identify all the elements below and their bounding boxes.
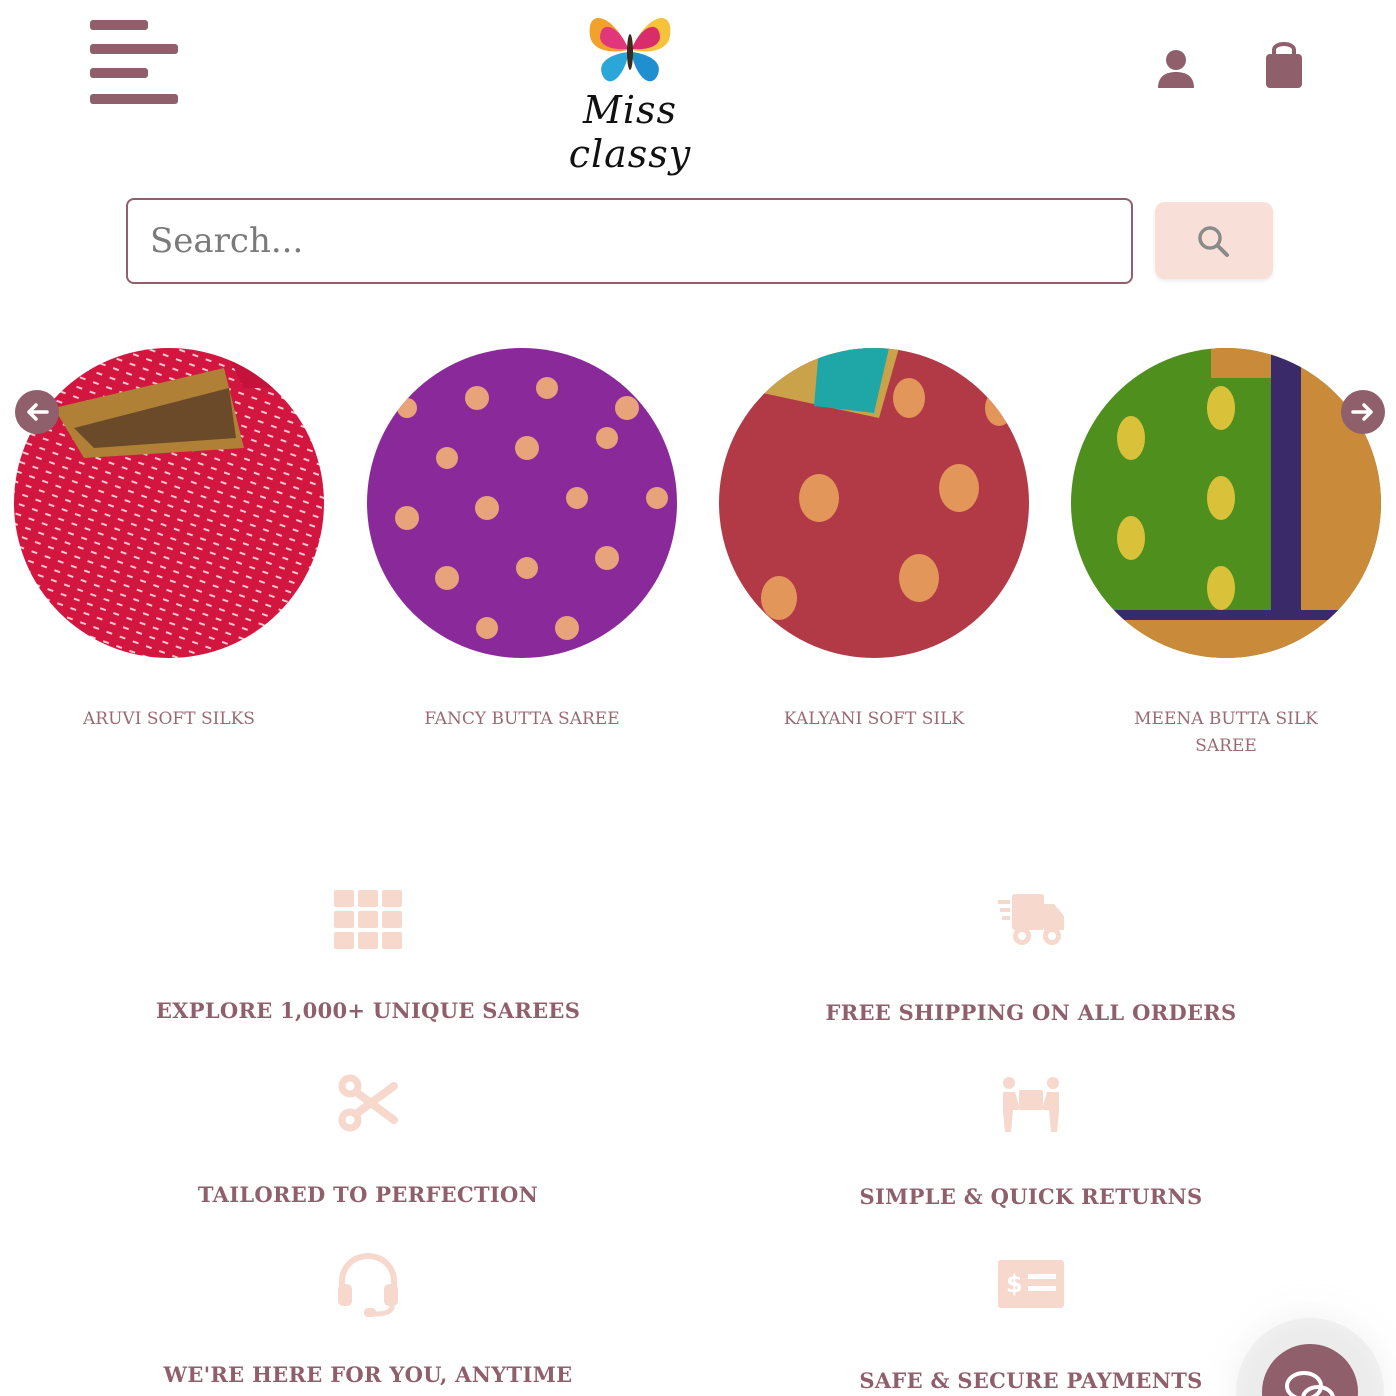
search-input[interactable]	[126, 198, 1133, 284]
category-item-fancy-butta[interactable]: FANCY BUTTA SAREE	[357, 340, 687, 733]
hamburger-menu-icon[interactable]	[90, 20, 180, 108]
category-label: KALYANI SOFT SILK	[783, 709, 965, 729]
category-label: FANCY BUTTA SAREE	[424, 709, 620, 729]
feature-returns: SIMPLE & QUICK RETURNS	[751, 1076, 1311, 1209]
headset-icon	[338, 1252, 398, 1317]
feature-text: TAILORED TO PERFECTION	[197, 1182, 539, 1207]
category-image	[367, 348, 677, 658]
category-item-meena-butta[interactable]: MEENA BUTTA SILK SAREE	[1061, 340, 1391, 760]
feature-explore: EXPLORE 1,000+ UNIQUE SAREES	[88, 890, 648, 1023]
category-image	[14, 348, 324, 658]
chat-icon	[1285, 1371, 1335, 1396]
feature-text: FREE SHIPPING ON ALL ORDERS	[825, 1000, 1237, 1025]
feature-shipping: FREE SHIPPING ON ALL ORDERS	[751, 894, 1311, 1025]
money-check-icon: $	[998, 1260, 1064, 1308]
category-image	[1071, 348, 1381, 658]
category-carousel: ARUVI SOFT SILKS FANCY BUTTA SAREE KALYA…	[0, 340, 1396, 780]
carousel-prev-button[interactable]	[15, 390, 59, 434]
category-item-kalyani[interactable]: KALYANI SOFT SILK	[709, 340, 1039, 733]
feature-tailored: TAILORED TO PERFECTION	[88, 1074, 648, 1207]
menu-line	[90, 20, 148, 30]
feature-text: SAFE & SECURE PAYMENTS	[859, 1368, 1203, 1393]
feature-text: EXPLORE 1,000+ UNIQUE SAREES	[155, 998, 581, 1023]
search-icon	[1198, 226, 1229, 257]
feature-text: SIMPLE & QUICK RETURNS	[859, 1184, 1203, 1209]
user-icon[interactable]	[1156, 48, 1196, 88]
butterfly-logo-icon	[589, 17, 671, 82]
scissors-icon	[338, 1074, 398, 1132]
site-logo[interactable]: Miss classy	[520, 8, 740, 176]
category-label: MEENA BUTTA SILK SAREE	[1134, 709, 1318, 756]
menu-line	[90, 44, 178, 54]
menu-line	[90, 94, 178, 104]
category-label: ARUVI SOFT SILKS	[83, 709, 255, 729]
svg-text:$: $	[1006, 1270, 1023, 1298]
shopping-bag-icon[interactable]	[1262, 38, 1306, 90]
arrow-left-icon	[27, 403, 49, 421]
grid-icon	[334, 890, 402, 949]
truck-icon	[998, 894, 1064, 945]
category-image	[719, 348, 1029, 658]
arrow-right-icon	[1351, 403, 1373, 421]
feature-payments: $ SAFE & SECURE PAYMENTS	[751, 1260, 1311, 1393]
search-button[interactable]	[1155, 202, 1273, 279]
feature-text: WE'RE HERE FOR YOU, ANYTIME	[163, 1362, 573, 1387]
logo-text: Miss classy	[568, 88, 692, 176]
menu-line	[90, 68, 148, 78]
feature-support: WE'RE HERE FOR YOU, ANYTIME	[88, 1250, 648, 1387]
carousel-next-button[interactable]	[1341, 390, 1385, 434]
people-carry-icon	[1003, 1077, 1059, 1132]
